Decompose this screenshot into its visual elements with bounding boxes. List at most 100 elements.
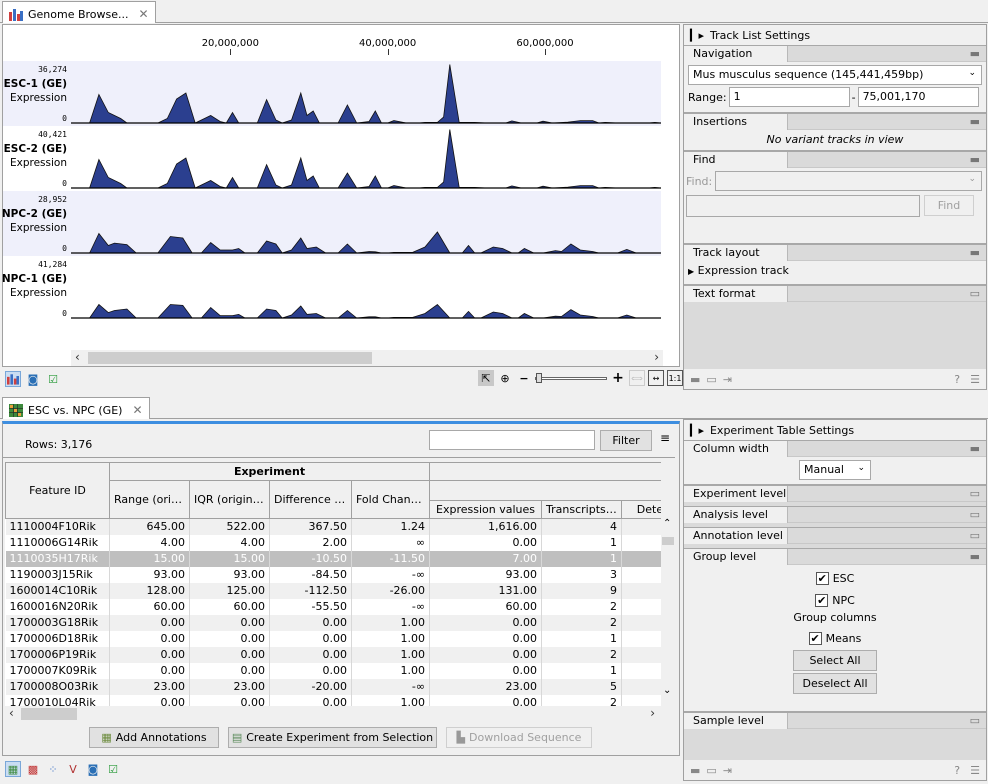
selection-mode-icon[interactable]: ⇱ (478, 370, 494, 386)
dock-icon[interactable]: ⇥ (723, 373, 732, 386)
column-width-dropdown[interactable]: Manual ⌄ (799, 460, 871, 480)
column-header-transcripts[interactable]: Transcripts a... (541, 500, 623, 519)
close-tab-icon[interactable]: ✕ (139, 7, 149, 21)
scrollbar-thumb[interactable] (21, 708, 77, 720)
volcano-plot-icon[interactable]: V (65, 761, 81, 777)
column-header-difference[interactable]: Difference (... (269, 480, 352, 519)
table-row[interactable]: 1700006P19Rik 0.00 0.00 0.00 1.00 0.00 2 (5, 646, 661, 663)
heat-map-icon[interactable]: ▩ (25, 761, 41, 777)
scrollbar-thumb[interactable] (88, 352, 372, 364)
section-experiment-level[interactable]: Experiment level ▭ (684, 485, 986, 502)
table-row[interactable]: 1700006D18Rik 0.00 0.00 0.00 1.00 0.00 1 (5, 630, 661, 647)
section-group-level[interactable]: Group level ▬ (684, 548, 986, 565)
section-analysis-level[interactable]: Analysis level ▭ (684, 506, 986, 523)
filter-input[interactable] (429, 430, 595, 450)
zoom-in-icon[interactable]: + (610, 370, 626, 386)
section-insertions[interactable]: Insertions ▬ (684, 113, 986, 130)
group-checkbox-esc[interactable]: ✔ ESC (688, 567, 982, 589)
checkbox[interactable]: ✔ (815, 571, 829, 585)
table-row[interactable]: 1110004F10Rik 645.00 522.00 367.50 1.24 1,616… (5, 518, 661, 535)
column-header-expression-values[interactable]: Expression values (429, 500, 543, 519)
expand-all-icon[interactable]: ▭ (706, 373, 716, 386)
help-icon[interactable]: ? (954, 373, 960, 386)
tab-genome-browser[interactable]: Genome Browse... ✕ (2, 1, 156, 23)
section-sample-level[interactable]: Sample level ▭ (684, 712, 986, 729)
checkbox[interactable]: ✔ (808, 631, 822, 645)
column-header-detected[interactable]: Detecte (621, 500, 661, 519)
section-text-format[interactable]: Text format ▭ (684, 285, 986, 302)
scrollbar-thumb[interactable] (662, 537, 674, 545)
table-row[interactable]: 1110035H17Rik 15.00 15.00 -10.50 -11.50 7.00 1 (5, 550, 661, 567)
zoom-out-icon[interactable]: − (516, 370, 532, 386)
sequence-dropdown[interactable]: Mus musculus sequence (145,441,459bp) ⌄ (688, 65, 982, 85)
history-icon[interactable]: ◙ (25, 371, 41, 387)
table-view-icon[interactable]: ▦ (5, 761, 21, 777)
scatter-plot-icon[interactable]: ⁘ (45, 761, 61, 777)
select-all-button[interactable]: Select All (793, 650, 877, 671)
table-horizontal-scrollbar[interactable]: ‹ › (5, 706, 661, 722)
section-find[interactable]: Find ▬ (684, 151, 986, 168)
zoom-to-selection-icon[interactable]: ⟺ (629, 370, 645, 386)
folder-icon[interactable]: ▭ (970, 487, 980, 500)
table-row[interactable]: 1190003J15Rik 93.00 93.00 -84.50 -∞ 93.00 3 (5, 566, 661, 583)
table-row[interactable]: 1600016N20Rik 60.00 60.00 -55.50 -∞ 60.00 2 (5, 598, 661, 615)
folder-icon[interactable]: ▭ (970, 508, 980, 521)
zoom-to-fit-icon[interactable]: ↔ (648, 370, 664, 386)
zoom-to-base-icon[interactable]: 1:1 (667, 370, 683, 386)
tab-experiment-table[interactable]: ESC vs. NPC (GE) ✕ (2, 397, 150, 419)
scroll-right-icon[interactable]: › (654, 350, 659, 364)
expand-all-icon[interactable]: ▭ (706, 764, 716, 777)
table-row[interactable]: 1700003G18Rik 0.00 0.00 0.00 1.00 0.00 2 (5, 614, 661, 631)
collapse-panel-icon[interactable]: ▎▸ (690, 424, 704, 437)
zoom-slider-thumb[interactable] (536, 373, 543, 383)
zoom-in-mode-icon[interactable]: ⊕ (497, 370, 513, 386)
collapse-icon[interactable]: ▬ (970, 442, 980, 455)
section-column-width[interactable]: Column width ▬ (684, 440, 986, 457)
column-header-iqr[interactable]: IQR (original... (189, 480, 270, 519)
deselect-all-button[interactable]: Deselect All (793, 673, 877, 694)
collapse-panel-icon[interactable]: ▎▸ (690, 29, 704, 42)
settings-menu-icon[interactable]: ☰ (970, 764, 980, 777)
scroll-down-icon[interactable]: ⌄ (663, 685, 671, 696)
vertical-scrollbar[interactable]: ⌃ ⌄ (661, 518, 675, 698)
create-experiment-button[interactable]: ▤ Create Experiment from Selection (228, 727, 437, 748)
scroll-up-icon[interactable]: ⌃ (663, 518, 671, 529)
genome-browser-view-icon[interactable] (5, 371, 21, 387)
column-checkbox-means[interactable]: ✔ Means (688, 627, 982, 649)
expression-track[interactable]: 41,284 NPC-1 (GE) Expression 0 (2, 256, 661, 321)
download-sequence-button[interactable]: ▙ Download Sequence (446, 727, 592, 748)
folder-icon[interactable]: ▭ (970, 714, 980, 727)
dock-icon[interactable]: ⇥ (723, 764, 732, 777)
scroll-left-icon[interactable]: ‹ (9, 706, 14, 720)
zoom-slider[interactable] (535, 370, 607, 386)
collapse-all-icon[interactable]: ▬ (690, 764, 700, 777)
expression-track[interactable]: 36,274 ESC-1 (GE) Expression 0 (3, 61, 661, 126)
section-navigation[interactable]: Navigation ▬ (684, 45, 986, 62)
table-row[interactable]: 1110006G14Rik 4.00 4.00 2.00 ∞ 0.00 1 (5, 534, 661, 551)
history-icon[interactable]: ◙ (85, 761, 101, 777)
range-to-input[interactable]: 75,001,170 (857, 87, 979, 107)
scroll-right-icon[interactable]: › (650, 706, 655, 720)
section-annotation-level[interactable]: Annotation level ▭ (684, 527, 986, 544)
add-annotations-button[interactable]: ▦ Add Annotations (89, 727, 219, 748)
find-type-dropdown[interactable]: ⌄ (715, 171, 982, 191)
collapse-icon[interactable]: ▬ (970, 153, 980, 166)
close-tab-icon[interactable]: ✕ (132, 403, 142, 417)
horizontal-scrollbar[interactable]: ‹ › (71, 350, 663, 366)
column-header-range[interactable]: Range (origi... (109, 480, 190, 519)
find-input[interactable] (686, 195, 920, 217)
genome-browser-view[interactable]: 20,000,000 40,000,000 60,000,000 36,274 ESC… (2, 24, 680, 367)
settings-menu-icon[interactable]: ☰ (970, 373, 980, 386)
element-info-icon[interactable]: ☑ (45, 371, 61, 387)
collapse-all-icon[interactable]: ▬ (690, 373, 700, 386)
table-row[interactable]: 1700007K09Rik 0.00 0.00 0.00 1.00 0.00 1 (5, 662, 661, 679)
folder-icon[interactable]: ▭ (970, 529, 980, 542)
help-icon[interactable]: ? (954, 764, 960, 777)
column-header-fold-change[interactable]: Fold Change... (350, 480, 431, 519)
filter-options-icon[interactable]: ≡ (660, 431, 670, 445)
section-track-layout[interactable]: Track layout ▬ (684, 244, 986, 261)
table-grid[interactable]: Feature ID Experiment Range (origi... IQ… (5, 462, 661, 712)
scroll-left-icon[interactable]: ‹ (75, 350, 80, 364)
side-panel-title[interactable]: ▎▸ Experiment Table Settings (684, 420, 986, 440)
checkbox[interactable]: ✔ (815, 593, 829, 607)
